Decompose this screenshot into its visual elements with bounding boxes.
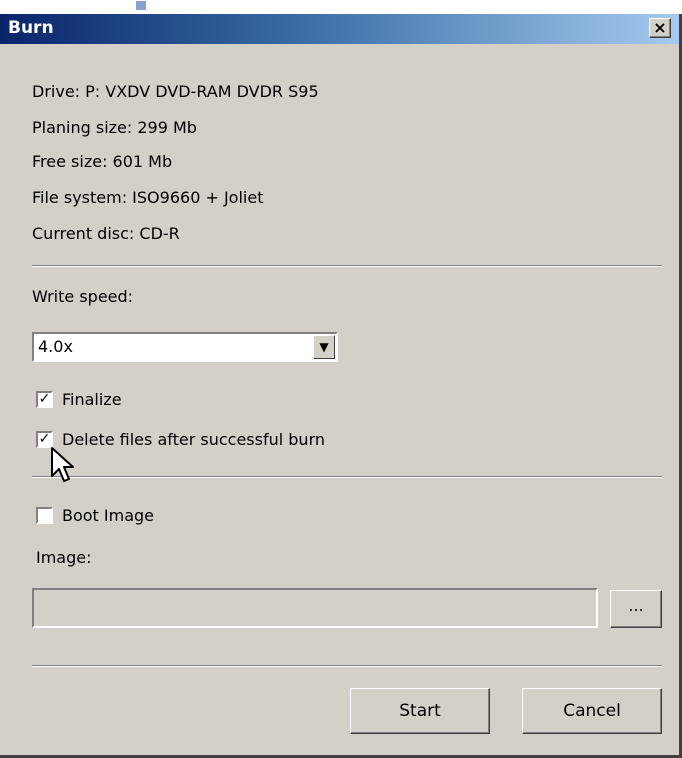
separator [32,476,662,478]
drive-info: Drive: P: VXDV DVD-RAM DVDR S95 [32,82,319,101]
start-button[interactable]: Start [350,688,490,734]
checkmark-icon: ✓ [38,391,51,407]
current-disc-info: Current disc: CD-R [32,224,180,243]
dialog-title: Burn [8,18,54,38]
mouse-pointer-icon [51,447,74,482]
free-size-info: Free size: 601 Mb [32,152,173,171]
background-window-strip [0,0,682,14]
checkmark-icon: ✓ [38,431,51,447]
image-path-field[interactable] [32,588,598,628]
planing-size-info: Planing size: 299 Mb [32,118,197,137]
chevron-down-icon: ▼ [319,340,329,354]
separator [32,665,662,667]
separator [32,265,662,267]
boot-image-label: Boot Image [62,506,155,525]
boot-image-checkbox[interactable] [36,507,53,524]
write-speed-select[interactable]: 4.0x ▼ [32,332,338,362]
cancel-button[interactable]: Cancel [522,688,662,734]
browse-button[interactable]: ... [610,590,662,628]
finalize-label: Finalize [62,390,122,409]
image-label: Image: [36,548,92,567]
dropdown-button[interactable]: ▼ [313,335,335,359]
write-speed-value: 4.0x [38,337,73,356]
delete-files-label: Delete files after successful burn [62,430,326,449]
background-icon [136,1,146,10]
burn-dialog: Burn × Drive: P: VXDV DVD-RAM DVDR S95 P… [0,14,682,758]
finalize-checkbox[interactable]: ✓ [36,391,53,408]
close-button[interactable]: × [649,18,671,38]
write-speed-label: Write speed: [32,287,134,306]
close-icon: × [653,18,667,37]
title-bar[interactable]: Burn × [0,14,679,44]
file-system-info: File system: ISO9660 + Joliet [32,188,264,207]
